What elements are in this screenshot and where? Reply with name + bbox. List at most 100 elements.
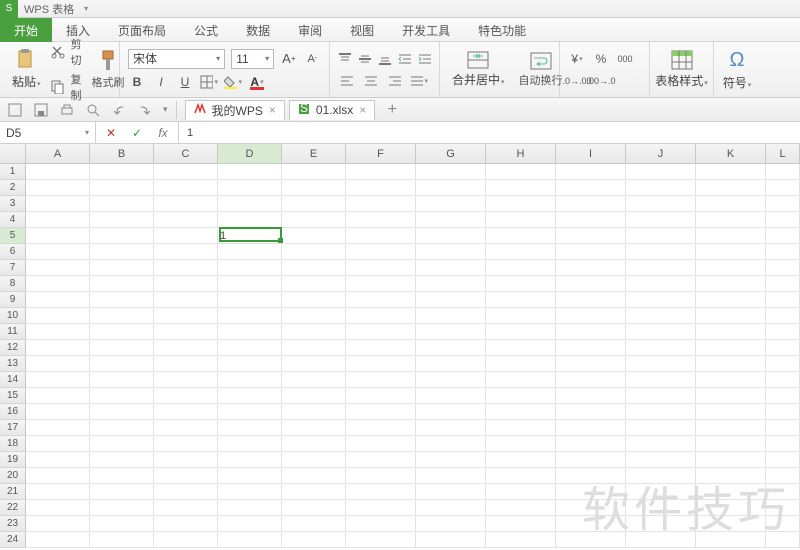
cell-I24[interactable]: [556, 532, 626, 548]
cell-B4[interactable]: [90, 212, 154, 228]
cell-A11[interactable]: [26, 324, 90, 340]
cell-B9[interactable]: [90, 292, 154, 308]
cell-G21[interactable]: [416, 484, 486, 500]
cell-A10[interactable]: [26, 308, 90, 324]
cell-L17[interactable]: [766, 420, 800, 436]
row-header-15[interactable]: 15: [0, 388, 26, 404]
cell-I18[interactable]: [556, 436, 626, 452]
row-header-22[interactable]: 22: [0, 500, 26, 516]
cell-J3[interactable]: [626, 196, 696, 212]
cell-D3[interactable]: [218, 196, 282, 212]
cell-H4[interactable]: [486, 212, 556, 228]
cell-D13[interactable]: [218, 356, 282, 372]
cell-F21[interactable]: [346, 484, 416, 500]
cell-A24[interactable]: [26, 532, 90, 548]
cell-B15[interactable]: [90, 388, 154, 404]
cell-D5[interactable]: 1: [218, 228, 282, 244]
align-bottom-button[interactable]: [378, 50, 392, 68]
cell-H8[interactable]: [486, 276, 556, 292]
cell-L5[interactable]: [766, 228, 800, 244]
menu-特色功能[interactable]: 特色功能: [464, 18, 540, 42]
cell-G14[interactable]: [416, 372, 486, 388]
cell-F10[interactable]: [346, 308, 416, 324]
col-header-G[interactable]: G: [416, 144, 486, 163]
cell-A15[interactable]: [26, 388, 90, 404]
cell-H22[interactable]: [486, 500, 556, 516]
cell-L9[interactable]: [766, 292, 800, 308]
percent-button[interactable]: %: [592, 50, 610, 68]
cell-J15[interactable]: [626, 388, 696, 404]
bold-button[interactable]: B: [128, 73, 146, 91]
cell-E2[interactable]: [282, 180, 346, 196]
font-size-combo[interactable]: 11▾: [231, 49, 274, 69]
cell-K24[interactable]: [696, 532, 766, 548]
cell-C5[interactable]: [154, 228, 218, 244]
cell-L19[interactable]: [766, 452, 800, 468]
cell-G2[interactable]: [416, 180, 486, 196]
cell-D17[interactable]: [218, 420, 282, 436]
cell-F6[interactable]: [346, 244, 416, 260]
col-header-B[interactable]: B: [90, 144, 154, 163]
indent-right-button[interactable]: [418, 50, 432, 68]
cell-J5[interactable]: [626, 228, 696, 244]
cell-A20[interactable]: [26, 468, 90, 484]
name-box[interactable]: D5▾: [0, 122, 96, 143]
cell-K12[interactable]: [696, 340, 766, 356]
cell-J17[interactable]: [626, 420, 696, 436]
cell-C3[interactable]: [154, 196, 218, 212]
cell-D12[interactable]: [218, 340, 282, 356]
row-header-17[interactable]: 17: [0, 420, 26, 436]
row-header-14[interactable]: 14: [0, 372, 26, 388]
row-header-24[interactable]: 24: [0, 532, 26, 548]
qat-redo-icon[interactable]: [136, 101, 154, 119]
cell-H15[interactable]: [486, 388, 556, 404]
cell-B14[interactable]: [90, 372, 154, 388]
row-header-7[interactable]: 7: [0, 260, 26, 276]
row-header-1[interactable]: 1: [0, 164, 26, 180]
cell-D8[interactable]: [218, 276, 282, 292]
cell-G17[interactable]: [416, 420, 486, 436]
menu-页面布局[interactable]: 页面布局: [104, 18, 180, 42]
cell-E5[interactable]: [282, 228, 346, 244]
cell-D16[interactable]: [218, 404, 282, 420]
cell-L18[interactable]: [766, 436, 800, 452]
cell-J14[interactable]: [626, 372, 696, 388]
align-top-button[interactable]: [338, 50, 352, 68]
cut-button[interactable]: 剪切: [51, 36, 82, 68]
cell-J6[interactable]: [626, 244, 696, 260]
cell-I15[interactable]: [556, 388, 626, 404]
cell-G5[interactable]: [416, 228, 486, 244]
cell-C23[interactable]: [154, 516, 218, 532]
cell-H6[interactable]: [486, 244, 556, 260]
cell-J7[interactable]: [626, 260, 696, 276]
cell-I1[interactable]: [556, 164, 626, 180]
cell-D22[interactable]: [218, 500, 282, 516]
menu-开发工具[interactable]: 开发工具: [388, 18, 464, 42]
cell-E21[interactable]: [282, 484, 346, 500]
cell-G12[interactable]: [416, 340, 486, 356]
cell-I12[interactable]: [556, 340, 626, 356]
cell-G4[interactable]: [416, 212, 486, 228]
cell-E24[interactable]: [282, 532, 346, 548]
cell-J23[interactable]: [626, 516, 696, 532]
cell-L16[interactable]: [766, 404, 800, 420]
cell-A7[interactable]: [26, 260, 90, 276]
cell-J2[interactable]: [626, 180, 696, 196]
cell-F9[interactable]: [346, 292, 416, 308]
row-header-21[interactable]: 21: [0, 484, 26, 500]
col-header-L[interactable]: L: [766, 144, 800, 163]
cell-A16[interactable]: [26, 404, 90, 420]
cell-A17[interactable]: [26, 420, 90, 436]
row-header-3[interactable]: 3: [0, 196, 26, 212]
cell-H12[interactable]: [486, 340, 556, 356]
border-button[interactable]: ▾: [200, 73, 218, 91]
col-header-D[interactable]: D: [218, 144, 282, 163]
cell-L7[interactable]: [766, 260, 800, 276]
cell-I5[interactable]: [556, 228, 626, 244]
table-styles-button[interactable]: 表格样式▾: [658, 50, 705, 89]
cell-H21[interactable]: [486, 484, 556, 500]
cell-L12[interactable]: [766, 340, 800, 356]
cell-K4[interactable]: [696, 212, 766, 228]
cell-B19[interactable]: [90, 452, 154, 468]
cell-K2[interactable]: [696, 180, 766, 196]
